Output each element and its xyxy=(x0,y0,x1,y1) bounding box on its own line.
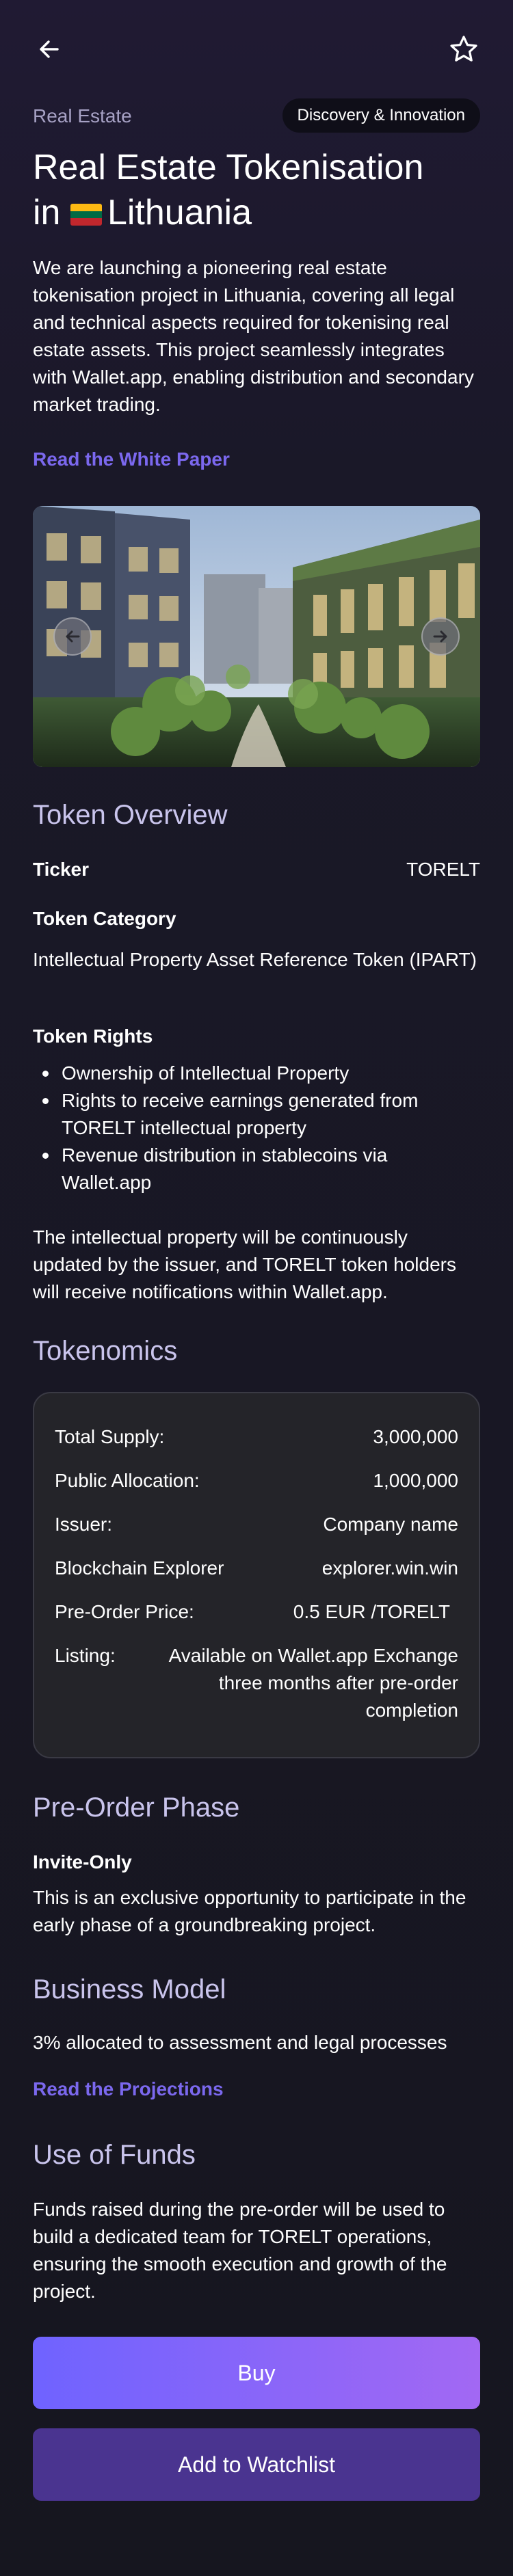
intro-text: We are launching a pioneering real estat… xyxy=(33,257,474,415)
row-key: Blockchain Explorer xyxy=(55,1557,224,1579)
title-prefix: in xyxy=(33,193,61,232)
buy-button[interactable]: Buy xyxy=(33,2337,480,2409)
list-item: Rights to receive earnings generated fro… xyxy=(33,1087,480,1142)
projections-link[interactable]: Read the Projections xyxy=(33,2078,224,2100)
list-item: Revenue distribution in stablecoins via … xyxy=(33,1142,480,1196)
arrow-right-circle-icon xyxy=(433,630,447,643)
arrow-left-icon xyxy=(40,40,59,58)
add-to-watchlist-button[interactable]: Add to Watchlist xyxy=(33,2428,480,2501)
row-key: Total Supply: xyxy=(55,1426,165,1447)
token-category-value: Intellectual Property Asset Reference To… xyxy=(33,949,477,970)
token-overview-title: Token Overview xyxy=(33,800,228,830)
star-outline-icon xyxy=(450,36,477,62)
list-item: Ownership of Intellectual Property xyxy=(33,1060,480,1087)
row-key: Public Allocation: xyxy=(55,1470,200,1491)
image-carousel[interactable] xyxy=(33,506,480,767)
title-line2: Lithuania xyxy=(107,193,252,232)
title-line1: Real Estate Tokenisation xyxy=(33,148,424,187)
business-model-title: Business Model xyxy=(33,1974,226,2004)
token-category-label: Token Category xyxy=(33,908,176,929)
building-photo xyxy=(33,506,480,767)
row-key: Listing: xyxy=(55,1645,116,1666)
top-bar xyxy=(33,33,480,66)
lithuania-flag-icon xyxy=(70,204,102,226)
row-value: Available on Wallet.app Exchange three m… xyxy=(168,1645,458,1721)
token-rights-list: Ownership of Intellectual Property Right… xyxy=(33,1060,480,1196)
row-value: 1,000,000 xyxy=(373,1470,458,1491)
row-key: Pre-Order Price: xyxy=(55,1601,194,1622)
explorer-link[interactable]: explorer.win.win xyxy=(322,1557,458,1579)
ticker-value: TORELT xyxy=(406,859,480,880)
use-of-funds-text: Funds raised during the pre-order will b… xyxy=(33,2199,447,2302)
category-label: Real Estate xyxy=(33,105,132,126)
token-rights-label: Token Rights xyxy=(33,1025,153,1047)
preorder-subtitle: Invite-Only xyxy=(33,1851,132,1873)
tokenomics-title: Tokenomics xyxy=(33,1336,178,1366)
row-value: 0.5 EUR /TORELT xyxy=(293,1601,450,1622)
row-value: Company name xyxy=(323,1514,458,1535)
row-value: 3,000,000 xyxy=(373,1426,458,1447)
carousel-next-button[interactable] xyxy=(421,617,460,656)
use-of-funds-title: Use of Funds xyxy=(33,2140,196,2170)
project-detail-page: Real Estate Discovery & Innovation Real … xyxy=(0,0,513,2576)
token-note: The intellectual property will be contin… xyxy=(33,1226,456,1302)
business-model-text: 3% allocated to assessment and legal pro… xyxy=(33,2032,447,2053)
back-button[interactable] xyxy=(33,33,66,66)
carousel-prev-button[interactable] xyxy=(53,617,92,656)
favorite-button[interactable] xyxy=(447,33,480,66)
page-title: Real Estate Tokenisation in Lithuania xyxy=(33,145,486,235)
discovery-chip[interactable]: Discovery & Innovation xyxy=(282,98,480,133)
white-paper-link[interactable]: Read the White Paper xyxy=(33,448,230,470)
preorder-title: Pre-Order Phase xyxy=(33,1793,240,1823)
arrow-left-circle-icon xyxy=(66,630,80,643)
meta-row: Real Estate Discovery & Innovation xyxy=(33,98,480,133)
preorder-text: This is an exclusive opportunity to part… xyxy=(33,1887,466,1935)
tokenomics-card: Total Supply: 3,000,000 Public Allocatio… xyxy=(33,1392,480,1758)
row-key: Issuer: xyxy=(55,1514,113,1535)
ticker-label: Ticker xyxy=(33,859,89,880)
